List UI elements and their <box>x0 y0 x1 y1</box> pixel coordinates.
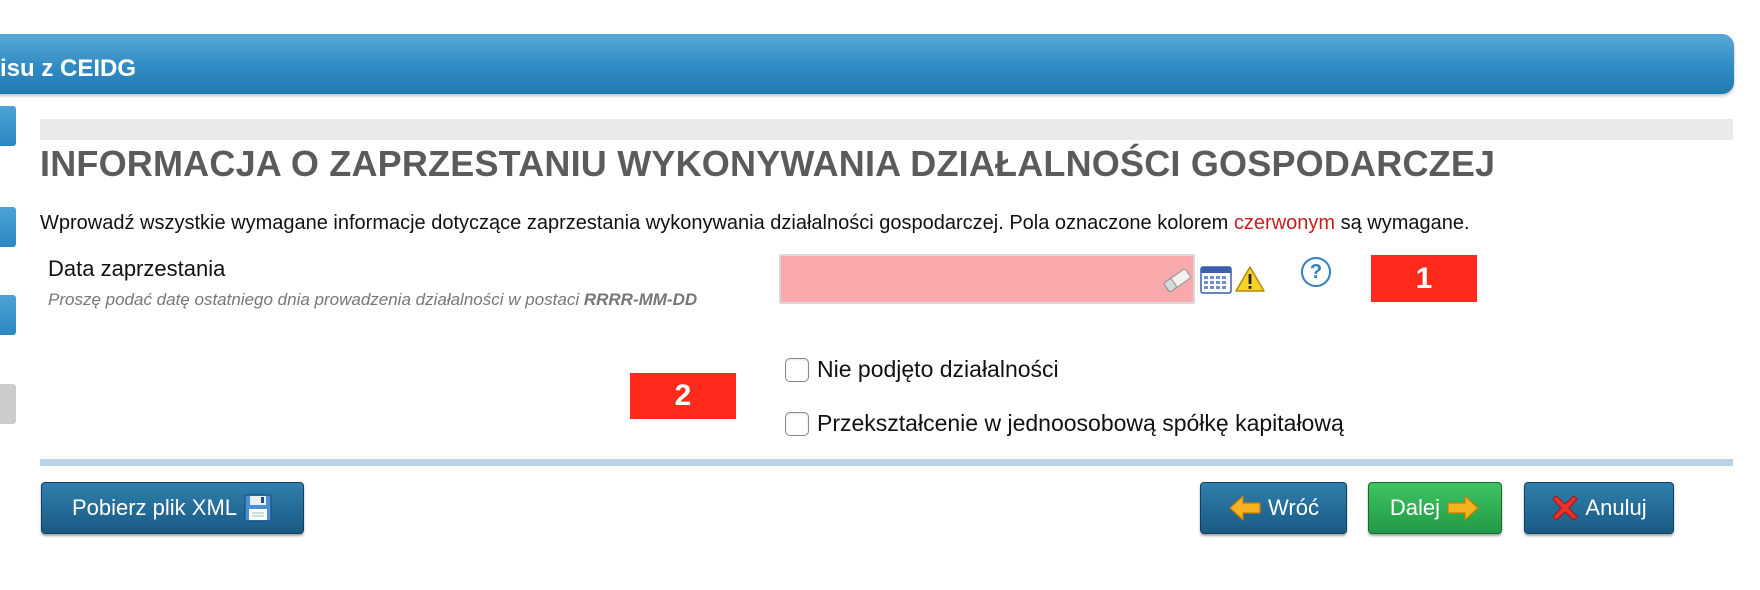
header-title: isu z CEIDG <box>0 55 137 82</box>
date-field-label: Data zaprzestania <box>48 256 226 281</box>
side-tab[interactable] <box>0 207 16 247</box>
page-title: INFORMACJA O ZAPRZESTANIU WYKONYWANIA DZ… <box>40 143 1496 184</box>
date-field-hint-text: Proszę podać datę ostatniego dnia prowad… <box>48 290 584 309</box>
download-xml-label: Pobierz plik XML <box>71 495 238 520</box>
date-format-hint: RRRR-MM-DD <box>583 290 698 309</box>
warning-icon <box>1235 266 1265 292</box>
intro-text: Wprowadź wszystkie wymagane informacje d… <box>40 212 1470 235</box>
floppy-disk-icon <box>244 494 272 522</box>
intro-text-start: Wprowadź wszystkie wymagane informacje d… <box>40 212 1234 234</box>
arrow-left-icon <box>1229 495 1261 521</box>
date-field-hint: Proszę podać datę ostatniego dnia prowad… <box>48 287 758 313</box>
checkbox-label: Nie podjęto działalności <box>817 356 1059 382</box>
checkbox-transformation[interactable]: Przekształcenie w jednoosobową spółkę ka… <box>785 410 1344 437</box>
annotation-marker-1: 1 <box>1371 255 1477 302</box>
intro-text-end: są wymagane. <box>1335 212 1470 234</box>
checkbox-label: Przekształcenie w jednoosobową spółkę ka… <box>817 410 1344 436</box>
form-divider <box>40 459 1733 466</box>
side-tab[interactable] <box>0 384 16 424</box>
section-top-strip <box>40 119 1733 140</box>
checkbox-not-started[interactable]: Nie podjęto działalności <box>785 356 1059 383</box>
help-icon[interactable]: ? <box>1301 257 1331 287</box>
cancel-label: Anuluj <box>1585 495 1647 520</box>
checkbox-box[interactable] <box>785 357 809 382</box>
arrow-right-icon <box>1447 495 1479 521</box>
header-bar <box>0 34 1734 94</box>
date-input[interactable] <box>779 254 1195 304</box>
checkbox-box[interactable] <box>785 411 809 436</box>
back-label: Wróć <box>1268 495 1319 520</box>
intro-text-required-color: czerwonym <box>1233 212 1336 234</box>
side-tab[interactable] <box>0 106 16 146</box>
next-button[interactable]: Dalej <box>1368 482 1502 534</box>
calendar-icon[interactable] <box>1200 265 1232 294</box>
cancel-button[interactable]: Anuluj <box>1524 482 1674 534</box>
eraser-icon[interactable] <box>1160 268 1194 292</box>
download-xml-button[interactable]: Pobierz plik XML <box>41 482 304 534</box>
next-label: Dalej <box>1389 495 1441 520</box>
side-tab[interactable] <box>0 295 16 335</box>
cross-icon <box>1552 495 1578 521</box>
back-button[interactable]: Wróć <box>1200 482 1347 534</box>
annotation-marker-2: 2 <box>630 373 736 419</box>
